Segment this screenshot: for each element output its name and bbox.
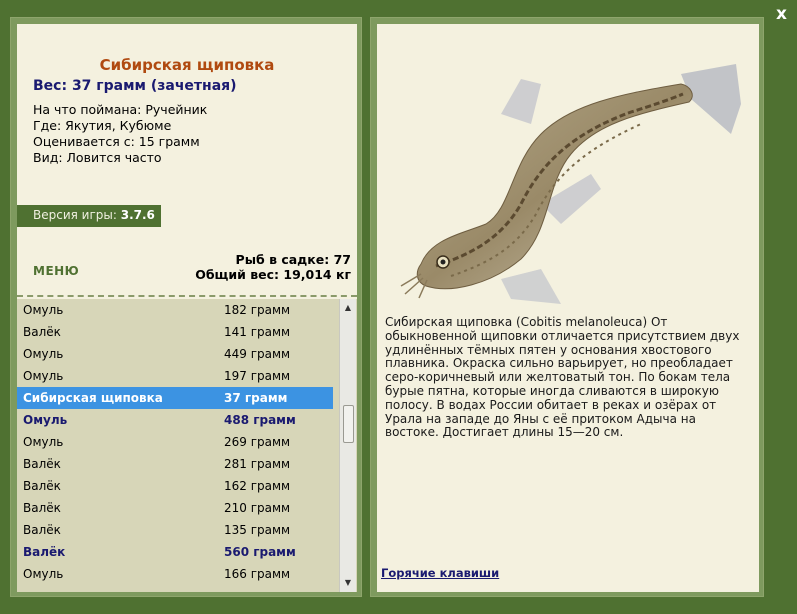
dashed-divider	[17, 295, 357, 297]
list-item-weight: 182 грамм	[224, 303, 291, 317]
close-icon[interactable]: x	[776, 4, 787, 24]
game-window: x Сибирская щиповка Вес: 37 грамм (зачет…	[0, 0, 797, 614]
list-item[interactable]: Валёк 281 грамм	[17, 453, 333, 475]
version-badge: Версия игры: 3.7.6	[17, 205, 161, 227]
list-item-name: Омуль	[23, 303, 64, 317]
list-item-weight: 37 грамм	[224, 391, 288, 405]
fish-kind: Вид: Ловится часто	[33, 150, 162, 165]
scroll-up-icon[interactable]: ▲	[340, 301, 356, 315]
version-value: 3.7.6	[120, 208, 155, 222]
list-item[interactable]: Валёк 162 грамм	[17, 475, 333, 497]
list-item-name: Валёк	[23, 479, 61, 493]
scroll-down-icon[interactable]: ▼	[340, 576, 356, 590]
fish-description: Сибирская щиповка (Cobitis melanoleuca) …	[385, 315, 740, 440]
list-item[interactable]: Валёк 135 грамм	[17, 519, 333, 541]
list-item-weight: 281 грамм	[224, 457, 291, 471]
list-item-name: Омуль	[23, 347, 64, 361]
list-item-weight: 162 грамм	[224, 479, 291, 493]
list-item[interactable]: Омуль 449 грамм	[17, 343, 333, 365]
list-item[interactable]: Валёк 141 грамм	[17, 321, 333, 343]
scroll-thumb[interactable]	[343, 405, 354, 443]
catch-list-scrollbar[interactable]: ▲ ▼	[339, 299, 356, 592]
right-panel: Сибирская щиповка (Cobitis melanoleuca) …	[370, 17, 764, 597]
keepnet-stats: Рыб в садке: 77 Общий вес: 19,014 кг	[195, 252, 351, 282]
list-item[interactable]: Омуль 269 грамм	[17, 431, 333, 453]
list-item-name: Валёк	[23, 457, 61, 471]
list-item-selected[interactable]: Сибирская щиповка 37 грамм	[17, 387, 333, 409]
fish-location: Где: Якутия, Кубюме	[33, 118, 172, 133]
catch-list[interactable]: Омуль 166 грамм Валёк 560 грамм Валёк 135 гра…	[17, 299, 357, 592]
list-item-name: Валёк	[23, 501, 61, 515]
list-item-weight: 488 грамм	[224, 413, 296, 427]
list-item-name: Омуль	[23, 369, 64, 383]
fish-weight: Вес: 37 грамм (зачетная)	[33, 78, 237, 94]
list-item-weight: 141 грамм	[224, 325, 291, 339]
list-item-weight: 197 грамм	[224, 369, 291, 383]
left-panel: Сибирская щиповка Вес: 37 грамм (зачетна…	[10, 17, 362, 597]
fish-caught-on: На что поймана: Ручейник	[33, 102, 208, 117]
fish-count: Рыб в садке: 77	[235, 252, 351, 267]
left-panel-inner: Сибирская щиповка Вес: 37 грамм (зачетна…	[17, 24, 357, 592]
fish-image	[400, 64, 741, 304]
list-item-name: Сибирская щиповка	[23, 391, 163, 405]
hotkeys-link[interactable]: Горячие клавиши	[381, 566, 499, 580]
list-item-weight: 166 грамм	[224, 567, 291, 581]
right-panel-inner: Сибирская щиповка (Cobitis melanoleuca) …	[377, 24, 759, 592]
list-item[interactable]: Валёк 210 грамм	[17, 497, 333, 519]
list-item-name: Валёк	[23, 325, 61, 339]
list-item-name: Валёк	[23, 523, 61, 537]
list-item-name: Омуль	[23, 435, 64, 449]
fish-info: На что поймана: Ручейник Где: Якутия, Ку…	[33, 102, 207, 166]
list-item[interactable]: Омуль 197 грамм	[17, 365, 333, 387]
list-item-name: Валёк	[23, 545, 66, 559]
list-item-weight: 449 грамм	[224, 347, 291, 361]
list-item-weight: 560 грамм	[224, 545, 296, 559]
list-item[interactable]: Омуль 182 грамм	[17, 299, 333, 321]
list-item-weight: 269 грамм	[224, 435, 291, 449]
list-item[interactable]: Омуль 166 грамм	[17, 563, 333, 585]
fish-title: Сибирская щиповка	[99, 56, 275, 74]
list-item-name: Омуль	[23, 413, 68, 427]
list-item-name: Омуль	[23, 567, 64, 581]
fish-rated-from: Оценивается с: 15 грамм	[33, 134, 200, 149]
list-item-weight: 210 грамм	[224, 501, 291, 515]
list-item[interactable]: Валёк 560 грамм	[17, 541, 333, 563]
version-label: Версия игры:	[33, 208, 121, 222]
list-item-weight: 135 грамм	[224, 523, 291, 537]
list-item[interactable]: Омуль 488 грамм	[17, 409, 333, 431]
total-weight: Общий вес: 19,014 кг	[195, 267, 351, 282]
menu-button[interactable]: МЕНЮ	[33, 264, 79, 278]
